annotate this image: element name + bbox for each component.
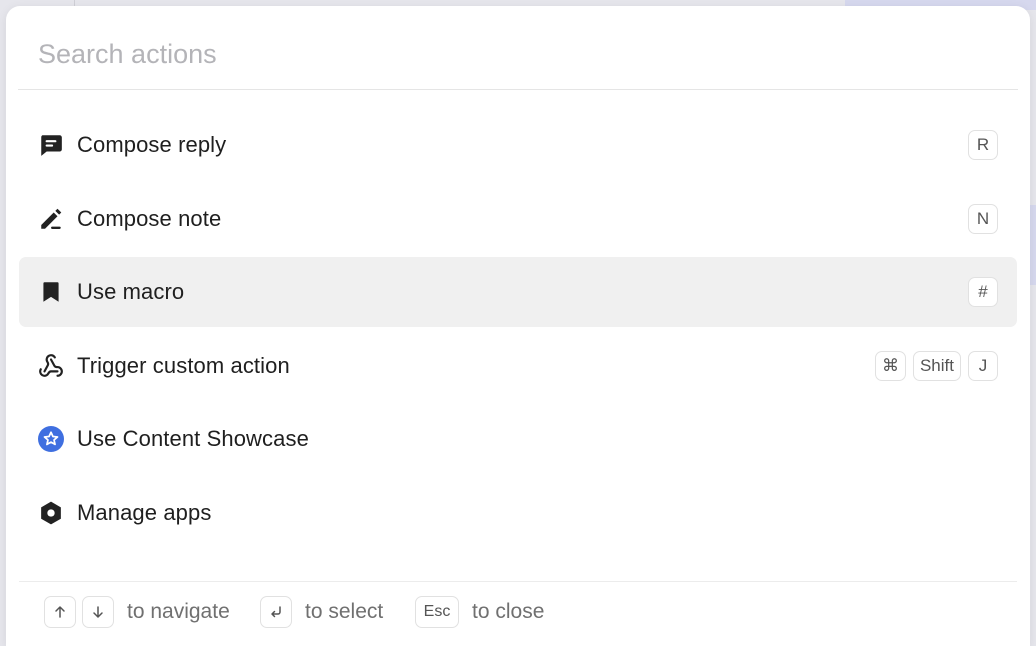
shortcut-key: # bbox=[968, 277, 998, 307]
search-input[interactable] bbox=[38, 34, 938, 74]
arrow-up-icon bbox=[44, 596, 76, 628]
action-label: Use Content Showcase bbox=[77, 426, 309, 451]
shortcut-keys: ⌘ Shift J bbox=[874, 350, 998, 381]
action-use-macro[interactable]: Use macro # bbox=[19, 257, 1017, 327]
chat-bubble-icon bbox=[38, 132, 64, 158]
action-label: Manage apps bbox=[77, 499, 212, 525]
select-label: to select bbox=[305, 600, 384, 623]
shortcut-key: J bbox=[968, 350, 998, 381]
action-trigger-custom-action[interactable]: Trigger custom action ⌘ Shift J bbox=[19, 331, 1017, 401]
action-label: Use macro bbox=[77, 279, 185, 304]
shortcut-keys: R bbox=[968, 130, 998, 160]
navigate-label: to navigate bbox=[127, 600, 230, 623]
action-manage-apps[interactable]: Manage apps bbox=[19, 478, 1017, 548]
action-use-content-showcase[interactable]: Use Content Showcase bbox=[19, 404, 1017, 474]
select-hint: to select bbox=[260, 596, 383, 628]
esc-key: Esc bbox=[415, 596, 459, 628]
command-palette: Compose reply R Compose note N Use macro… bbox=[6, 6, 1030, 646]
action-compose-note[interactable]: Compose note N bbox=[19, 184, 1017, 254]
arrow-down-icon bbox=[82, 596, 114, 628]
shortcut-key-shift: Shift bbox=[912, 350, 961, 381]
shortcut-keys: # bbox=[968, 277, 998, 307]
hexagon-nut-icon bbox=[38, 500, 64, 526]
backdrop-side-panel bbox=[1030, 205, 1036, 285]
search-bar bbox=[18, 6, 1018, 90]
action-label: Trigger custom action bbox=[77, 352, 290, 378]
star-badge-icon bbox=[38, 426, 64, 452]
navigate-hint: to navigate bbox=[44, 596, 230, 628]
action-label: Compose reply bbox=[77, 132, 227, 157]
action-label: Compose note bbox=[77, 205, 222, 231]
action-list: Compose reply R Compose note N Use macro… bbox=[19, 110, 1017, 551]
shortcut-key: N bbox=[968, 203, 998, 234]
keyboard-hints: to navigate to select Esc to close bbox=[19, 581, 1017, 646]
shortcut-keys: N bbox=[968, 203, 998, 234]
shortcut-key-command: ⌘ bbox=[874, 350, 906, 381]
close-label: to close bbox=[472, 600, 545, 623]
webhook-icon bbox=[38, 353, 64, 379]
return-key-icon bbox=[260, 596, 292, 628]
pen-icon bbox=[38, 206, 64, 232]
bookmark-icon bbox=[38, 279, 64, 305]
action-compose-reply[interactable]: Compose reply R bbox=[19, 110, 1017, 180]
close-hint: Esc to close bbox=[415, 596, 544, 628]
shortcut-key: R bbox=[968, 130, 998, 160]
